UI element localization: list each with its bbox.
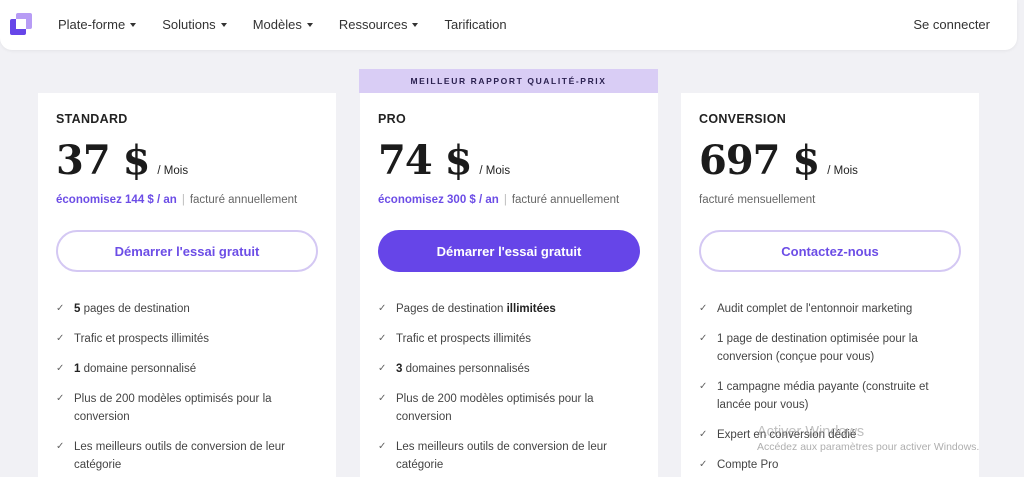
feature-text: Les meilleurs outils de conversion de le…: [396, 441, 607, 471]
top-navbar: Plate-forme Solutions Modèles Ressources…: [0, 0, 1017, 50]
feature-item: ✓ Trafic et prospects illimités: [378, 330, 640, 348]
menu-solutions[interactable]: Solutions: [162, 17, 227, 32]
chevron-down-icon: [412, 23, 419, 27]
feature-item: ✓ Plus de 200 modèles optimisés pour la c…: [56, 390, 318, 426]
check-icon: ✓: [699, 333, 708, 344]
check-icon: ✓: [56, 441, 65, 452]
price-period: / Mois: [157, 165, 189, 177]
menu-label: Plate-forme: [58, 17, 126, 32]
start-trial-button[interactable]: Démarrer l'essai gratuit: [378, 230, 640, 272]
plan-name: STANDARD: [56, 112, 128, 126]
menu-label: Tarification: [444, 17, 507, 32]
best-value-ribbon: MEILLEUR RAPPORT QUALITÉ-PRIX: [359, 69, 658, 93]
check-icon: ✓: [56, 333, 65, 344]
feature-item: ✓ Trafic et prospects illimités: [56, 330, 318, 348]
feature-text: 1 page de destination optimisée pour la …: [717, 333, 918, 363]
pricing-card-conversion: CONVERSION 697 $ / Mois facturé mensuell…: [681, 93, 979, 477]
billing-info: facturé mensuellement: [699, 194, 815, 206]
billing-separator: |: [503, 194, 507, 206]
price-period: / Mois: [827, 165, 858, 177]
billing-info: économisez 300 $ / an | facturé annuelleme…: [378, 194, 619, 206]
feature-item: ✓ 5 pages de destination: [56, 300, 318, 318]
feature-text: Audit complet de l'entonnoir marketing: [717, 303, 913, 315]
plan-price: 697 $: [699, 137, 820, 184]
plan-name: PRO: [378, 112, 406, 126]
check-icon: ✓: [56, 393, 65, 404]
feature-item: ✓ Audit complet de l'entonnoir marketing: [699, 300, 961, 318]
check-icon: ✓: [699, 429, 708, 440]
billing-separator: |: [181, 194, 185, 206]
chevron-down-icon: [306, 23, 313, 27]
feature-item: ✓ 1 campagne média payante (construite et…: [699, 378, 961, 414]
menu-templates[interactable]: Modèles: [253, 17, 313, 32]
feature-list: ✓ Pages de destination illimitées ✓ Trafic…: [378, 300, 640, 477]
windows-activation-title: Activer Windows: [757, 424, 865, 440]
plan-name: CONVERSION: [699, 112, 787, 126]
price-row: 37 $ / Mois: [56, 137, 188, 184]
price-period: / Mois: [479, 165, 511, 177]
check-icon: ✓: [378, 441, 387, 452]
feature-text: 3 domaines personnalisés: [396, 363, 530, 375]
menu-label: Solutions: [162, 17, 216, 32]
feature-text: Trafic et prospects illimités: [396, 333, 532, 345]
feature-item: ✓ 1 domaine personnalisé: [56, 360, 318, 378]
feature-item: ✓ 3 domaines personnalisés: [378, 360, 640, 378]
billing-period: facturé annuellement: [511, 194, 620, 206]
billing-info: économisez 144 $ / an | facturé annuelleme…: [56, 194, 297, 206]
feature-text: Les meilleurs outils de conversion de le…: [74, 441, 285, 471]
check-icon: ✓: [699, 303, 708, 314]
feature-text: Pages de destination illimitées: [396, 303, 556, 315]
check-icon: ✓: [378, 363, 387, 374]
login-link[interactable]: Se connecter: [913, 17, 990, 32]
contact-us-button[interactable]: Contactez-nous: [699, 230, 961, 272]
pricing-card-pro: PRO 74 $ / Mois économisez 300 $ / an | fa…: [360, 93, 658, 477]
feature-item: ✓ Les meilleurs outils de conversion de l…: [56, 438, 318, 474]
check-icon: ✓: [378, 393, 387, 404]
billing-period: facturé mensuellement: [699, 194, 816, 206]
check-icon: ✓: [378, 333, 387, 344]
savings-text: économisez 144 $ / an: [56, 194, 177, 206]
menu-label: Modèles: [252, 17, 302, 32]
check-icon: ✓: [699, 381, 708, 392]
feature-text: 5 pages de destination: [74, 303, 190, 315]
menu-platform[interactable]: Plate-forme: [58, 17, 137, 32]
pricing-card-standard: STANDARD 37 $ / Mois économisez 144 $ / …: [38, 93, 336, 477]
feature-item: ✓ Plus de 200 modèles optimisés pour la c…: [378, 390, 640, 426]
billing-period: facturé annuellement: [189, 194, 298, 206]
plan-price: 37 $: [56, 137, 150, 184]
menu-pricing[interactable]: Tarification: [444, 17, 506, 32]
brand-logo-icon[interactable]: [10, 13, 32, 35]
price-row: 697 $ / Mois: [699, 137, 858, 184]
main-menu: Plate-forme Solutions Modèles Ressources…: [58, 17, 533, 32]
check-icon: ✓: [56, 363, 65, 374]
feature-item: ✓ Pages de destination illimitées: [378, 300, 640, 318]
check-icon: ✓: [699, 459, 708, 470]
feature-text: 1 campagne média payante (construite et …: [717, 381, 929, 411]
feature-list: ✓ 5 pages de destination ✓ Trafic et prosp…: [56, 300, 318, 477]
feature-text: Plus de 200 modèles optimisés pour la co…: [396, 393, 594, 423]
savings-text: économisez 300 $ / an: [378, 194, 499, 206]
feature-text: 1 domaine personnalisé: [74, 363, 197, 375]
feature-text: Trafic et prospects illimités: [74, 333, 210, 345]
feature-item: ✓ Compte Pro: [699, 456, 961, 474]
chevron-down-icon: [220, 23, 227, 27]
check-icon: ✓: [378, 303, 387, 314]
menu-resources[interactable]: Ressources: [339, 17, 419, 32]
menu-label: Ressources: [338, 17, 408, 32]
windows-activation-subtitle: Accédez aux paramètres pour activer Wind…: [757, 441, 980, 453]
start-trial-button[interactable]: Démarrer l'essai gratuit: [56, 230, 318, 272]
chevron-down-icon: [130, 23, 137, 27]
feature-text: Plus de 200 modèles optimisés pour la co…: [74, 393, 272, 423]
check-icon: ✓: [56, 303, 65, 314]
feature-text: Compte Pro: [717, 459, 779, 471]
feature-item: ✓ 1 page de destination optimisée pour la…: [699, 330, 961, 366]
feature-item: ✓ Les meilleurs outils de conversion de l…: [378, 438, 640, 474]
plan-price: 74 $: [378, 137, 472, 184]
price-row: 74 $ / Mois: [378, 137, 510, 184]
